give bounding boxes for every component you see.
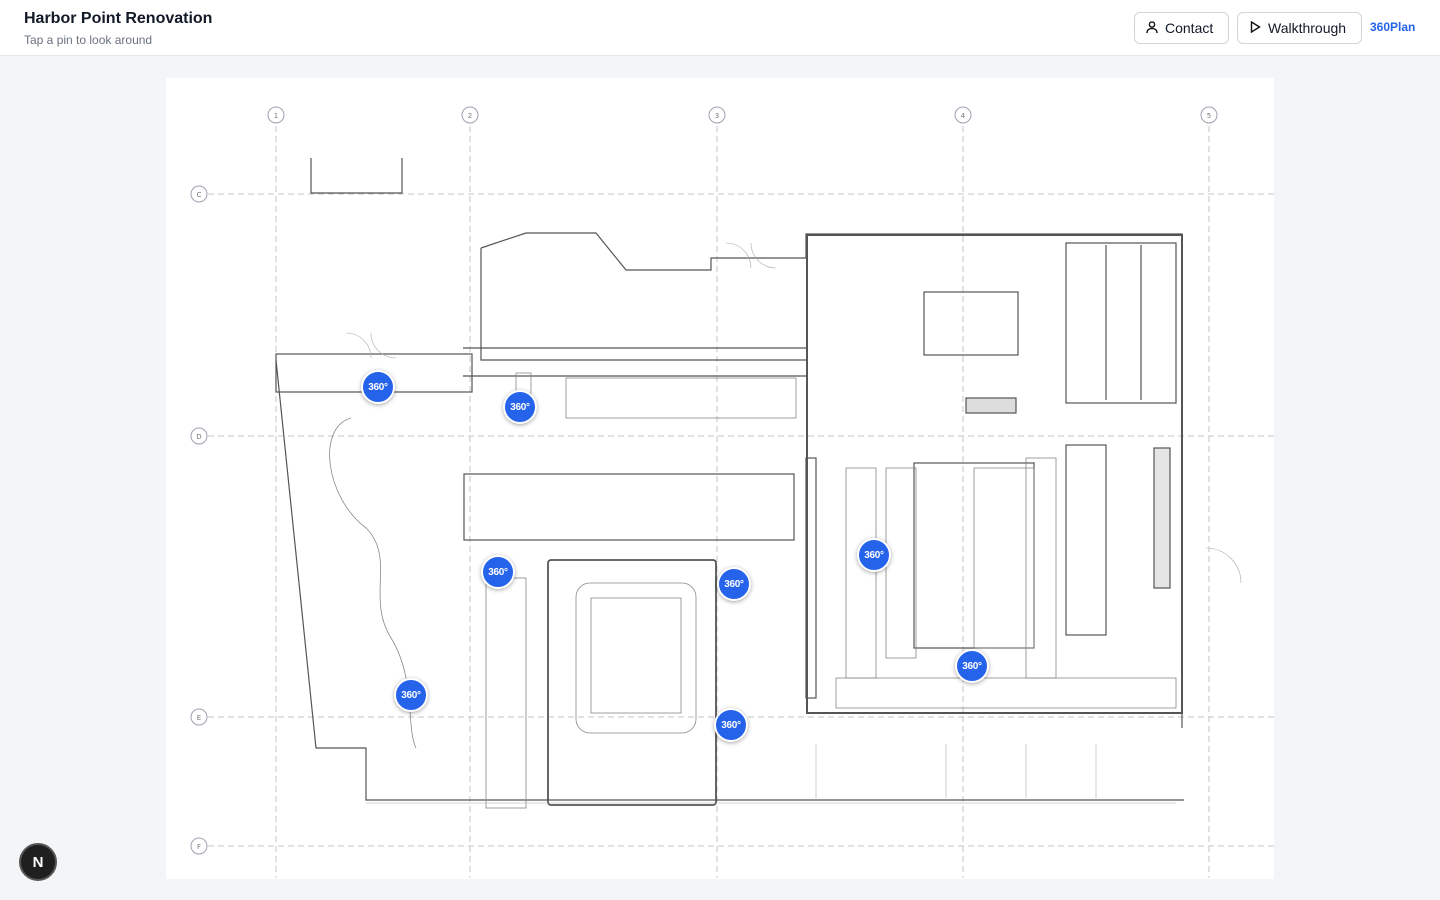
grid-label: E <box>197 714 201 722</box>
top-bar: Harbor Point Renovation Tap a pin to loo… <box>0 0 1440 56</box>
panorama-pin[interactable]: 360° <box>481 555 515 589</box>
panorama-pin[interactable]: 360° <box>714 708 748 742</box>
play-icon <box>1248 20 1262 37</box>
grid-label: 2 <box>468 112 472 120</box>
walkthrough-label: Walkthrough <box>1268 20 1347 36</box>
grid-label: 1 <box>274 112 278 120</box>
brand-logo[interactable]: 360Plan <box>1370 20 1415 34</box>
grid-label: D <box>196 433 201 441</box>
floor-plan-drawing: 1 2 3 4 5 C D E F <box>190 106 1274 878</box>
panorama-pin[interactable]: 360° <box>955 649 989 683</box>
n-badge[interactable]: N <box>19 843 57 881</box>
user-icon <box>1145 20 1159 37</box>
project-subtitle: Tap a pin to look around <box>24 33 153 47</box>
grid-label: F <box>197 843 201 851</box>
project-title: Harbor Point Renovation <box>24 10 213 27</box>
panorama-pin[interactable]: 360° <box>857 538 891 572</box>
panorama-pin[interactable]: 360° <box>394 678 428 712</box>
floor-plan[interactable]: 1 2 3 4 5 C D E F 360° 360° 360° 360° 36… <box>166 78 1274 879</box>
grid-label: 3 <box>715 112 719 120</box>
contact-button[interactable]: Contact <box>1134 12 1229 44</box>
grid-label: C <box>197 191 202 199</box>
grid-label: 5 <box>1207 112 1211 120</box>
walkthrough-button[interactable]: Walkthrough <box>1237 12 1362 44</box>
panorama-pin[interactable]: 360° <box>361 370 395 404</box>
grid-label: 4 <box>961 112 966 120</box>
panorama-pin[interactable]: 360° <box>717 567 751 601</box>
panorama-pin[interactable]: 360° <box>503 390 537 424</box>
contact-label: Contact <box>1165 20 1214 36</box>
